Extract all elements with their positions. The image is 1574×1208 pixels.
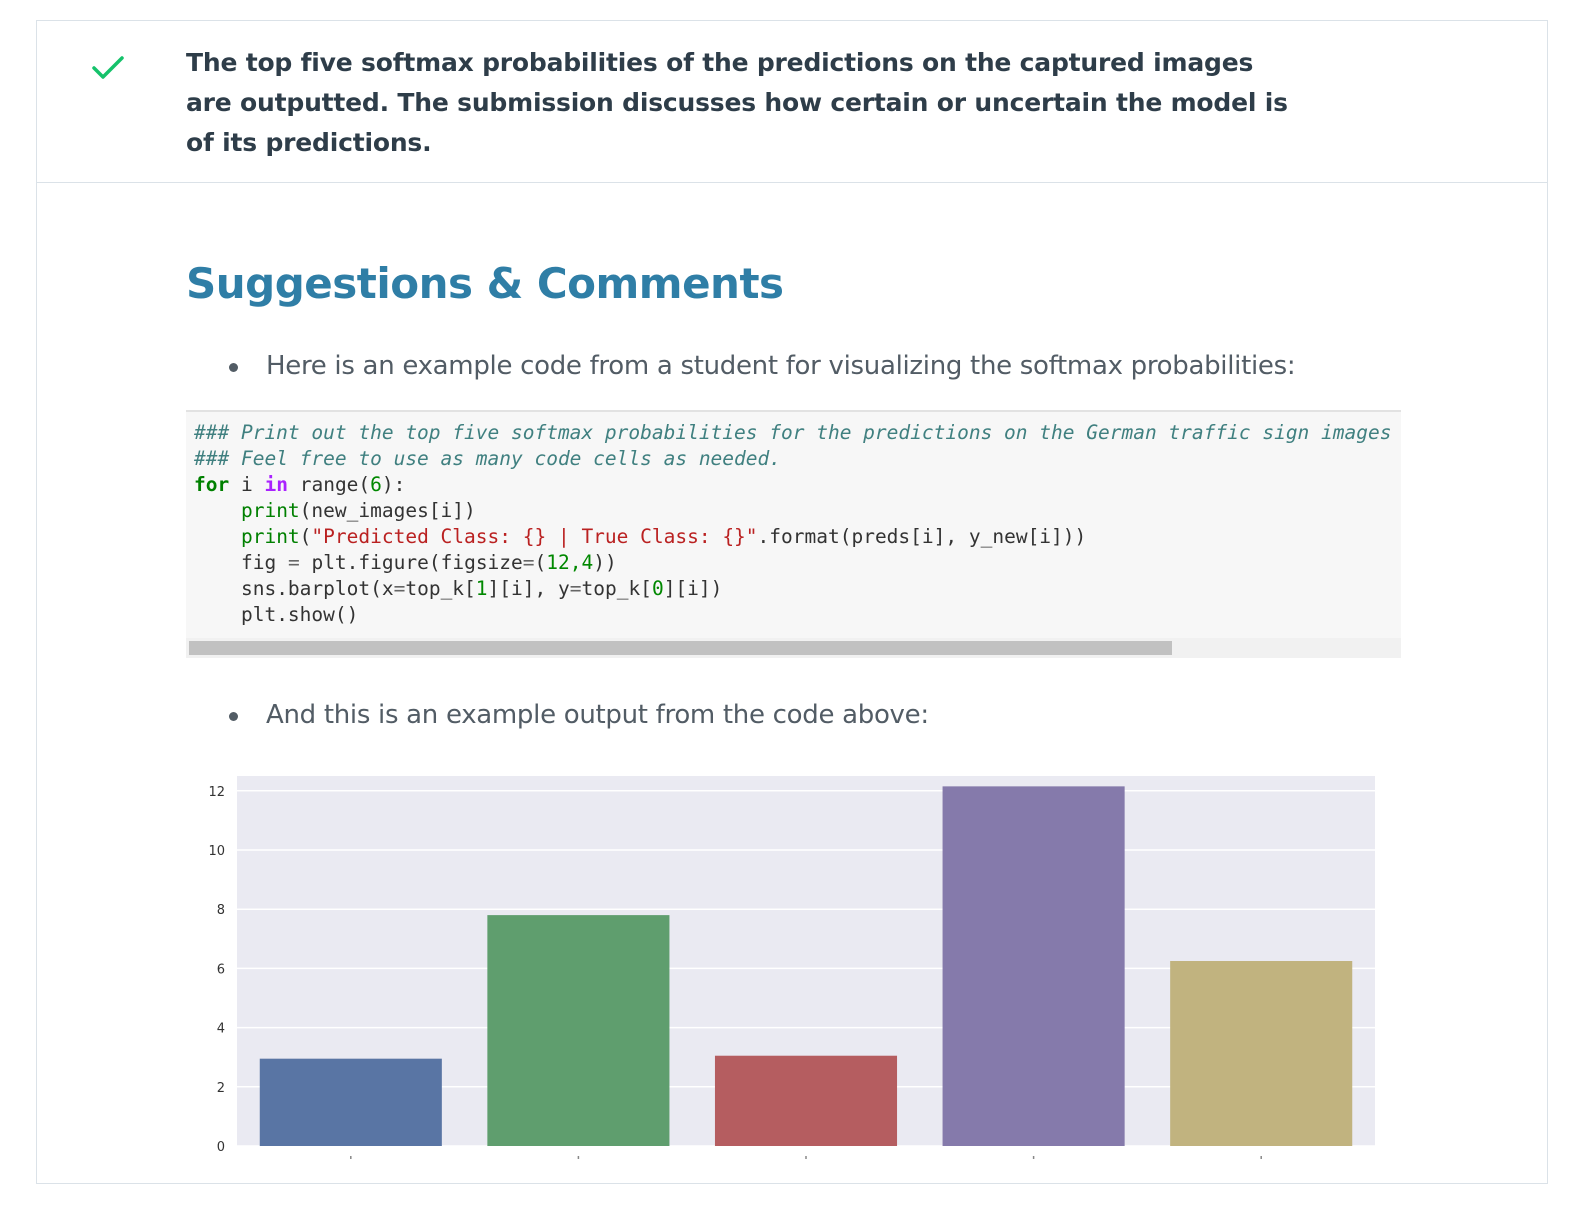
code-keyword: in	[264, 473, 288, 496]
code-args: .format(preds[i], y_new[i]))	[757, 525, 1087, 548]
bullet-dot	[229, 363, 238, 372]
code-number: 12,4	[546, 551, 594, 574]
bar-chart-svg: 0 2 4 6 8 10 12	[208, 776, 1375, 1159]
bar	[259, 1058, 442, 1146]
code-call: plt.show()	[240, 603, 359, 626]
softmax-bar-chart: 0 2 4 6 8 10 12	[197, 771, 1397, 1171]
code-call: plt.figure(figsize	[311, 551, 523, 574]
review-panel: The top five softmax probabilities of th…	[36, 20, 1548, 1184]
code-horizontal-scrollbar[interactable]	[186, 638, 1401, 658]
code-block[interactable]: ### Print out the top five softmax proba…	[186, 410, 1401, 658]
code-keyword: for	[194, 473, 230, 496]
bar	[487, 915, 670, 1146]
code-var: fig	[240, 551, 277, 574]
code-var: i	[240, 473, 253, 496]
y-tick-label: 12	[208, 785, 225, 800]
rubric-criterion: The top five softmax probabilities of th…	[37, 21, 1547, 183]
y-tick-label: 10	[208, 844, 225, 859]
code-content: ### Print out the top five softmax proba…	[194, 421, 1392, 626]
code-builtin: print	[240, 499, 300, 522]
bar	[942, 786, 1125, 1146]
code-number: 6	[370, 473, 382, 496]
y-tick-label: 8	[217, 903, 225, 918]
y-tick-label: 4	[217, 1022, 225, 1037]
code-args: top_k[	[581, 577, 652, 600]
bullet-text: Here is an example code from a student f…	[266, 351, 1296, 381]
suggestion-bullet: And this is an example output from the c…	[229, 697, 1429, 733]
bar	[714, 1055, 898, 1146]
criterion-text: The top five softmax probabilities of th…	[186, 48, 1288, 157]
y-tick-label: 6	[217, 962, 225, 977]
bar	[1170, 961, 1353, 1146]
code-args: ][i])	[663, 577, 723, 600]
code-args: top_k[	[405, 577, 476, 600]
code-args: ][i], y	[487, 577, 570, 600]
suggestion-bullet: Here is an example code from a student f…	[229, 348, 1429, 384]
code-call: sns.barplot(x	[240, 577, 394, 600]
y-tick-label: 0	[217, 1140, 225, 1155]
code-builtin: print	[240, 525, 300, 548]
code-number: 1	[475, 577, 488, 600]
scrollbar-thumb[interactable]	[189, 641, 1172, 655]
y-tick-label: 2	[217, 1081, 225, 1096]
code-comment: ### Print out the top five softmax proba…	[194, 421, 1392, 444]
code-number: 0	[651, 577, 664, 600]
code-string: "Predicted Class: {} | True Class: {}"	[311, 525, 758, 548]
check-icon	[92, 56, 124, 79]
code-comment: ### Feel free to use as many code cells …	[194, 447, 781, 470]
suggestions-heading: Suggestions & Comments	[186, 259, 784, 308]
code-args: new_images[i]	[311, 499, 465, 522]
bullet-dot	[229, 712, 238, 721]
code-func: range	[299, 473, 359, 496]
bullet-text: And this is an example output from the c…	[266, 700, 929, 730]
